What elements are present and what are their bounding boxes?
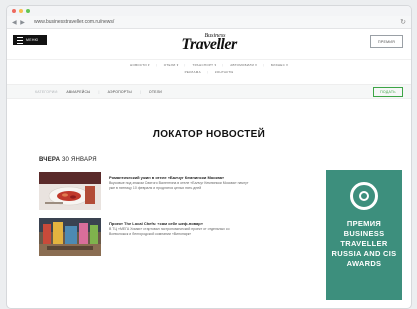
- banner-line: BUSINESS: [343, 229, 385, 238]
- news-excerpt: Вкусовые под знаком Святого Валентина в …: [109, 181, 249, 190]
- menu-button[interactable]: МЕНЮ: [13, 35, 47, 45]
- section-date: 30 ЯНВАРЯ: [62, 157, 97, 163]
- maximize-window-dot[interactable]: [26, 9, 30, 13]
- news-thumbnail-dinner[interactable]: [39, 172, 101, 210]
- site-header: МЕНЮ Business Traveller ПРЕМИЯ: [7, 29, 411, 60]
- window-titlebar: [7, 6, 411, 16]
- news-title[interactable]: Романтический ужин в отеле «Балчуг Кемпи…: [109, 175, 249, 180]
- news-item[interactable]: Проект The Local Chefs: «сам себе шеф-по…: [39, 218, 249, 258]
- browser-window: ◀ ▶ www.businesstraveller.com.ru/news/ ↻…: [7, 6, 411, 308]
- news-title[interactable]: Проект The Local Chefs: «сам себе шеф-по…: [109, 221, 249, 226]
- menu-label: МЕНЮ: [26, 38, 39, 42]
- main-nav-row-2: РЕКЛАМА | КОНТАКТЫ: [184, 70, 234, 74]
- address-bar: ◀ ▶ www.businesstraveller.com.ru/news/ ↻: [7, 16, 411, 29]
- news-excerpt: В ТЦ «МЕГА Химки» стартовал гастрономиче…: [109, 227, 230, 236]
- category-flights[interactable]: АВИАРЕЙСЫ: [66, 90, 90, 94]
- banner-line: ПРЕМИЯ: [346, 219, 382, 228]
- nav-item-hotels[interactable]: ОТЕЛИ ▾: [164, 63, 179, 67]
- page-title: ЛОКАТОР НОВОСТЕЙ: [152, 129, 266, 140]
- nav-item-contacts[interactable]: КОНТАКТЫ: [215, 70, 234, 74]
- back-forward-buttons[interactable]: ◀ ▶: [12, 19, 34, 26]
- awards-banner-text: ПРЕМИЯ BUSINESS TRAVELLER RUSSIA AND CIS…: [326, 219, 402, 269]
- category-label: КАТЕГОРИИ:: [35, 89, 59, 94]
- hamburger-icon: [17, 36, 23, 44]
- category-hotels[interactable]: ОТЕЛИ: [149, 90, 162, 94]
- premia-button[interactable]: ПРЕМИЯ: [370, 35, 403, 48]
- nav-item-ads[interactable]: РЕКЛАМА: [185, 70, 201, 74]
- category-airports[interactable]: АЭРОПОРТЫ: [108, 90, 132, 94]
- url-field[interactable]: www.businesstraveller.com.ru/news/: [34, 19, 400, 25]
- nav-item-transport[interactable]: ТРАНСПОРТ ▾: [192, 63, 216, 67]
- main-nav-row-1: НОВОСТИ ▾ | ОТЕЛИ ▾ | ТРАНСПОРТ ▾ | АВТОМОБ…: [130, 63, 288, 67]
- nav-item-news[interactable]: НОВОСТИ ▾: [130, 63, 150, 67]
- site-logo[interactable]: Business Traveller: [181, 33, 237, 53]
- category-bar: КАТЕГОРИИ: АВИАРЕЙСЫ | АЭРОПОРТЫ | ОТЕЛИ…: [7, 84, 411, 99]
- news-item[interactable]: Романтический ужин в отеле «Балчуг Кемпи…: [39, 172, 249, 212]
- banner-line: AWARDS: [346, 259, 382, 268]
- section-day: ВЧЕРА: [39, 157, 61, 163]
- news-thumbnail-chefs[interactable]: [39, 218, 101, 256]
- logo-main-text: Traveller: [181, 36, 237, 53]
- banner-line: TRAVELLER: [340, 239, 388, 248]
- awards-banner[interactable]: ПРЕМИЯ BUSINESS TRAVELLER RUSSIA AND CIS…: [326, 170, 402, 300]
- submit-news-button[interactable]: ПОДАТЬ: [373, 87, 403, 97]
- banner-line: RUSSIA AND CIS: [331, 249, 397, 258]
- awards-ring-icon: [350, 182, 378, 210]
- minimize-window-dot[interactable]: [19, 9, 23, 13]
- nav-item-business[interactable]: БИЗНЕС ▾: [271, 63, 288, 67]
- section-date-heading: ВЧЕРА 30 ЯНВАРЯ: [39, 157, 97, 163]
- nav-item-cars[interactable]: АВТОМОБИЛИ ▾: [230, 63, 257, 67]
- reload-icon[interactable]: ↻: [400, 18, 406, 26]
- main-nav: НОВОСТИ ▾ | ОТЕЛИ ▾ | ТРАНСПОРТ ▾ | АВТОМОБ…: [7, 62, 411, 76]
- close-window-dot[interactable]: [12, 9, 16, 13]
